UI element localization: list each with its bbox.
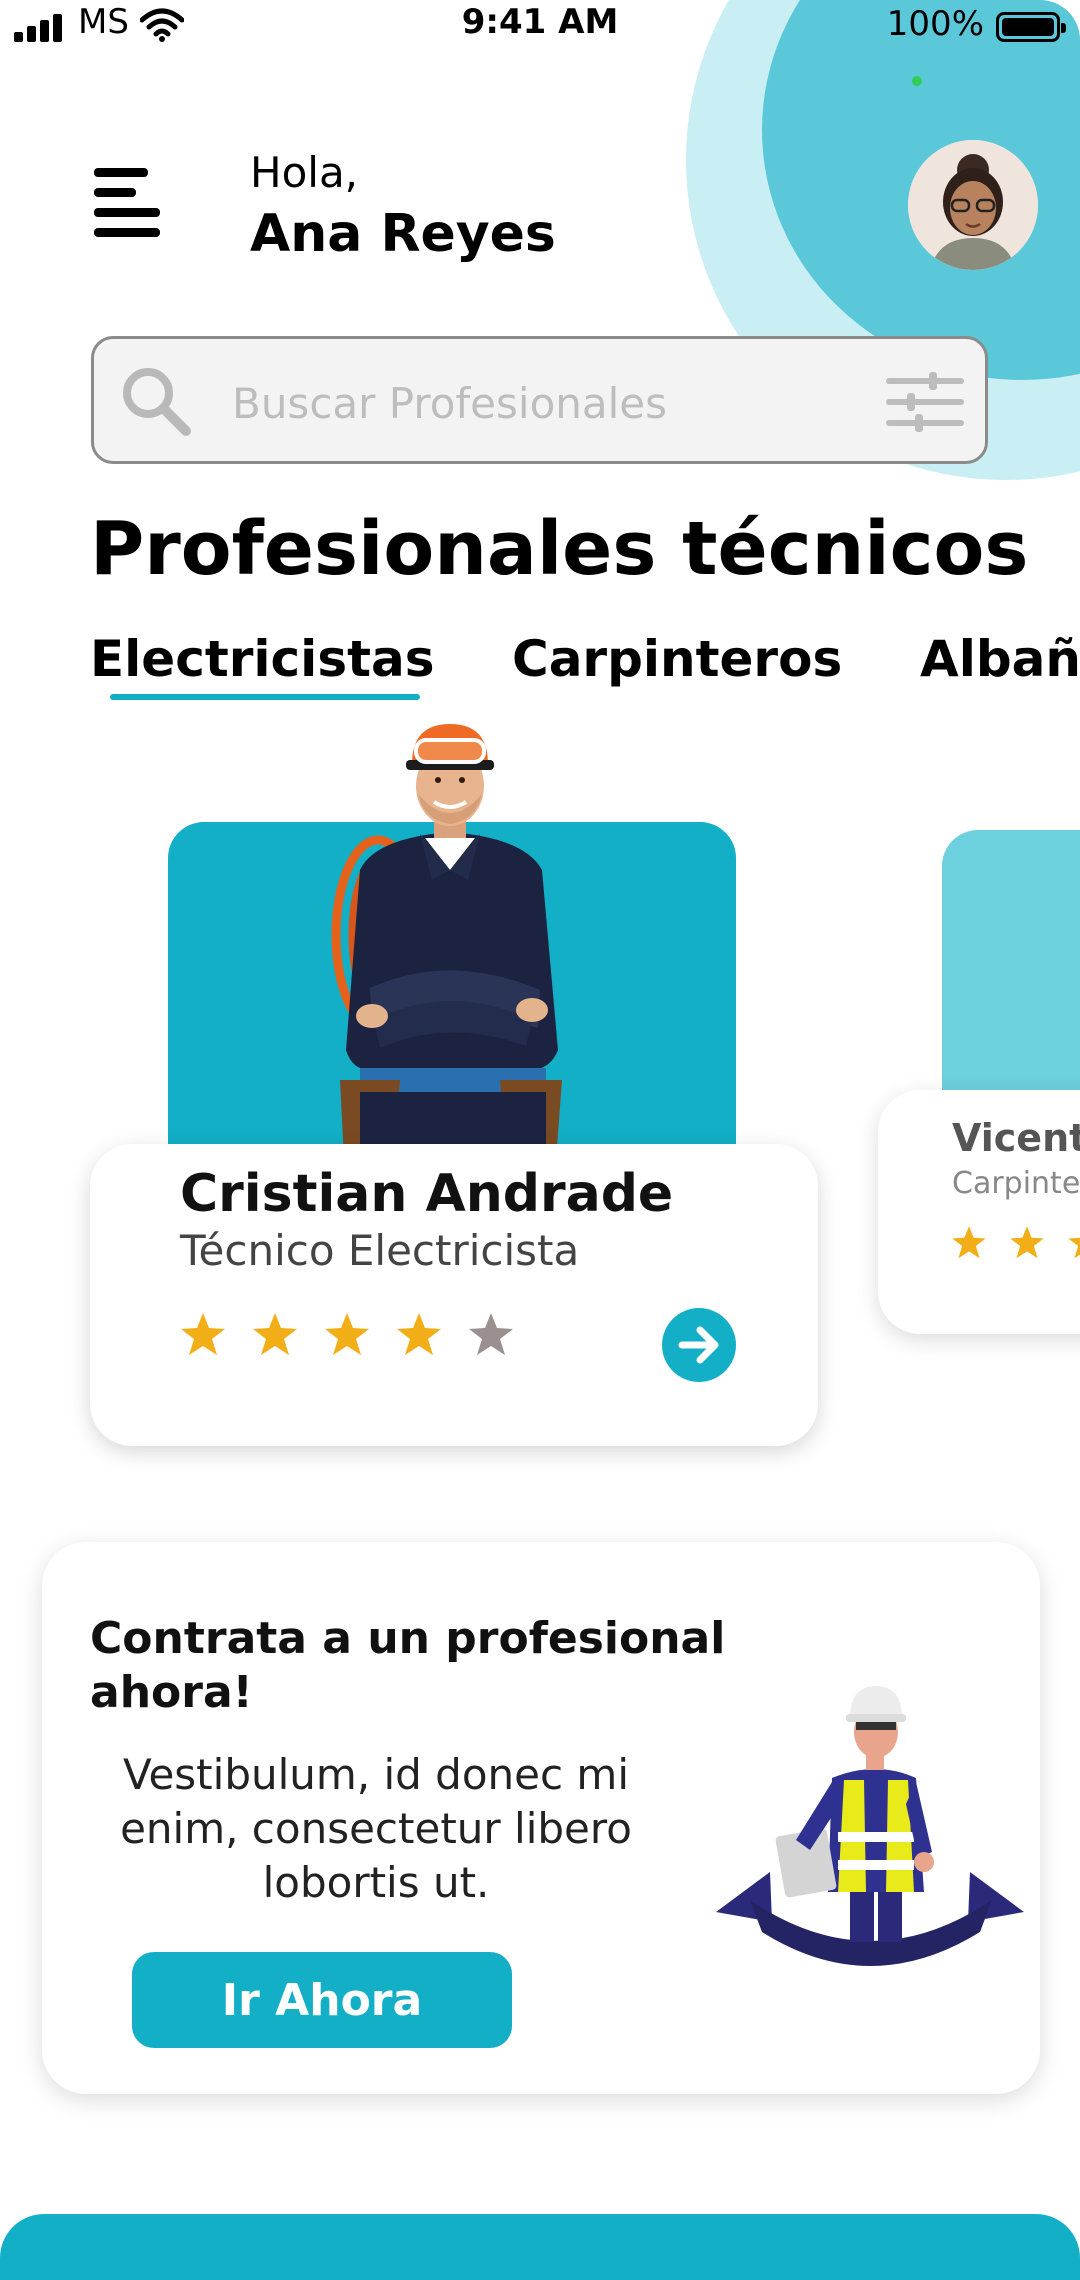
professional-role: Técnico Electricista [180,1226,580,1275]
view-profile-button[interactable] [662,1308,736,1382]
rating-stars-2 [950,1224,1080,1268]
search-bar[interactable] [91,336,988,464]
star-icon [1068,1237,1080,1259]
camera-indicator [912,76,922,86]
filter-icon[interactable] [885,369,965,435]
star-icon [397,1313,441,1355]
tab-carpinteros[interactable]: Carpinteros [512,630,842,688]
worker-illustration [716,1686,1024,1966]
app-screen: MS 9:41 AM 100% Hola, Ana Reyes Buscar P… [0,0,1080,2280]
bottom-navigation-bar [0,2214,1080,2280]
promo-title: Contrata a un profesional ahora! [90,1613,726,1718]
rating-stars [178,1310,538,1366]
section-title: Profesionales técnicos [90,506,1029,592]
active-tab-indicator [110,694,420,700]
professional-photo-background-2 [942,830,1080,1120]
tab-electricistas[interactable]: Electricistas [90,630,434,688]
star-icon [253,1313,297,1355]
professional-name: Cristian Andrade [180,1164,674,1224]
greeting-text: Hola, [250,148,359,197]
arrow-right-icon [678,1326,719,1364]
professional-role-2: Carpinte [952,1166,1080,1201]
avatar-image [908,140,1038,270]
star-icon [952,1226,986,1259]
avatar[interactable] [908,140,1038,270]
star-icon [181,1313,225,1355]
star-icon [1010,1226,1044,1259]
electrician-photo [331,724,562,1160]
professional-name-2: Vicente [952,1116,1080,1160]
star-empty-icon [469,1313,513,1355]
professional-card-2[interactable]: Vicente Carpinte [878,1090,1080,1334]
user-name: Ana Reyes [250,204,556,264]
status-bar: MS 9:41 AM 100% [0,0,1080,60]
go-now-button[interactable]: Ir Ahora [132,1952,512,2048]
hire-promo-card: Contrata a un profesional ahora! Vestibu… [42,1542,1040,2094]
menu-icon[interactable] [94,166,164,237]
battery-icon [996,12,1066,42]
promo-text: Vestibulum, id donec mi enim, consectetu… [120,1750,632,1907]
professional-card[interactable]: Cristian Andrade Técnico Electricista [90,1144,818,1446]
star-icon [325,1313,369,1355]
tab-albaniles[interactable]: Albañ [920,630,1080,688]
search-icon [123,368,191,436]
search-input[interactable] [230,369,834,437]
battery-percent: 100% [886,4,984,44]
